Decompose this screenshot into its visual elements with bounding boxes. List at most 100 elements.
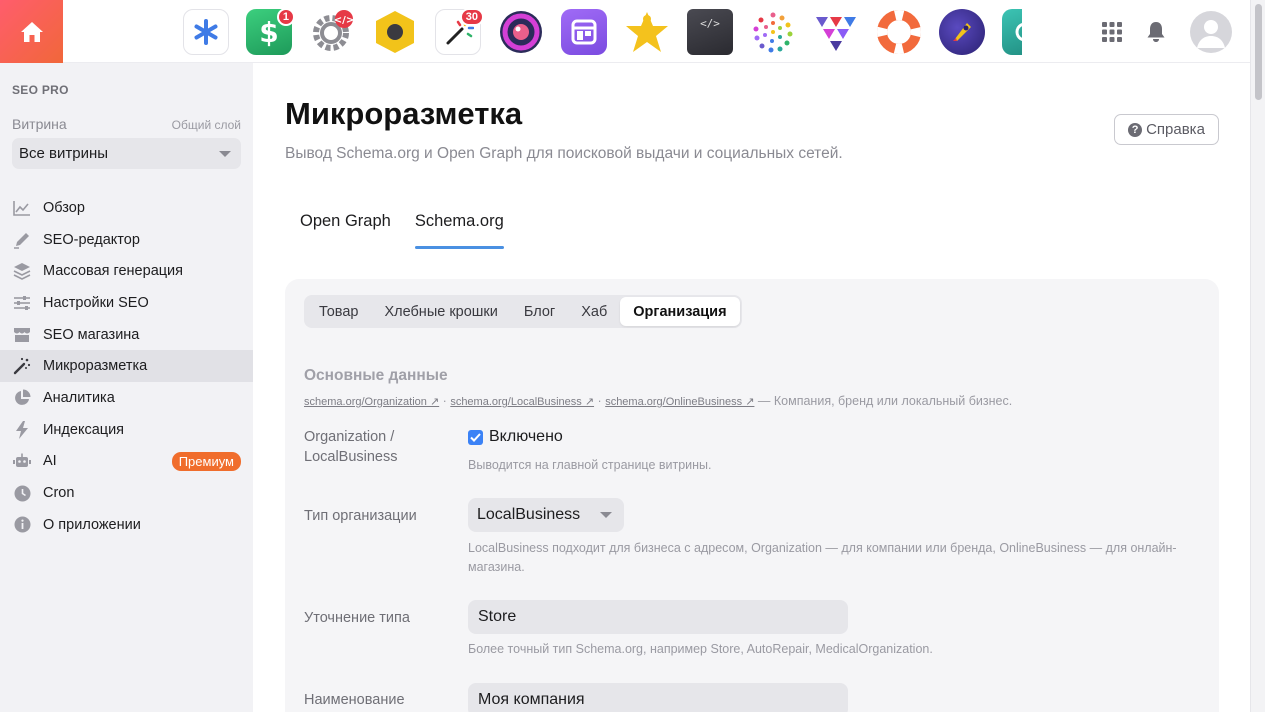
common-layer-label: Общий слой [171, 118, 241, 132]
sidebar-item-cron[interactable]: Cron [0, 477, 253, 509]
sliders-icon [12, 293, 32, 313]
tab-open-graph[interactable]: Open Graph [300, 211, 391, 249]
sidebar-item-indexing[interactable]: Индексация [0, 414, 253, 446]
app-gear-code[interactable]: </> [308, 8, 356, 56]
storefront-label: Витрина [12, 116, 67, 132]
tab-schema-org[interactable]: Schema.org [414, 211, 504, 249]
app-dots-circle[interactable] [749, 8, 797, 56]
sidebar: SEO PRO Витрина Общий слой Все витрины О… [0, 63, 253, 712]
sidebar-item-label: Массовая генерация [43, 263, 184, 280]
link-schema-onlinebusiness[interactable]: schema.org/OnlineBusiness ↗ [605, 396, 754, 408]
pen-icon [12, 230, 32, 250]
app-hexagon[interactable] [371, 8, 419, 56]
sidebar-item-store-seo[interactable]: SEO магазина [0, 319, 253, 351]
app-asterisk[interactable] [182, 8, 230, 56]
sidebar-item-label: SEO-редактор [43, 231, 140, 248]
sidebar-item-label: Настройки SEO [43, 294, 149, 311]
org-type-value: LocalBusiness [477, 506, 581, 523]
avatar[interactable] [1190, 11, 1232, 53]
app-window[interactable] [560, 8, 608, 56]
star-person-app-icon [624, 9, 670, 55]
clock-icon [12, 483, 32, 503]
app-triangles[interactable] [812, 8, 860, 56]
storefront-select-value: Все витрины [19, 145, 109, 162]
camera-ring-app-icon [498, 9, 544, 55]
magic-wand-icon [12, 356, 32, 376]
app-star-person[interactable] [623, 8, 671, 56]
sidebar-item-analytics[interactable]: Аналитика [0, 382, 253, 414]
page-title: Микроразметка [285, 96, 523, 131]
org-label-line-1: Organization / [304, 429, 395, 445]
segment-breadcrumbs[interactable]: Хлебные крошки [371, 297, 510, 326]
code-book-app-icon: </> [687, 9, 733, 55]
layers-icon [12, 261, 32, 281]
window-app-icon [561, 9, 607, 55]
home-icon [20, 21, 43, 42]
home-button[interactable] [0, 0, 63, 63]
app-lifebuoy[interactable] [875, 8, 923, 56]
tabs: Open Graph Schema.org [300, 211, 504, 249]
segment-organization[interactable]: Организация [620, 297, 740, 326]
link-schema-localbusiness[interactable]: schema.org/LocalBusiness ↗ [450, 396, 594, 408]
segment-product[interactable]: Товар [306, 297, 371, 326]
rocket-app-icon [939, 9, 985, 55]
app-dollar[interactable]: $ 1 [245, 8, 295, 56]
app-code-book[interactable]: </> [686, 8, 734, 56]
teal-app-icon [1002, 9, 1022, 55]
help-button[interactable]: ? Справка [1114, 114, 1219, 145]
org-label-line-2: LocalBusiness [304, 449, 398, 465]
page-scrollbar[interactable] [1250, 0, 1265, 712]
sidebar-item-label: Cron [43, 485, 75, 502]
apps-grid-icon[interactable] [1102, 22, 1122, 42]
app-magic-wand[interactable]: 30 [434, 8, 484, 56]
subtype-hint: Более точный тип Schema.org, например St… [468, 642, 933, 656]
sidebar-item-label: Аналитика [43, 389, 115, 406]
app-rocket[interactable] [938, 8, 986, 56]
notification-badge: 30 [459, 8, 484, 26]
app-teal[interactable] [1001, 8, 1022, 56]
sidebar-item-ai[interactable]: AI Премиум [0, 446, 253, 478]
sidebar-item-microdata[interactable]: Микроразметка [0, 350, 253, 383]
gear-code-app-icon: </> [309, 9, 355, 55]
chevron-down-icon [600, 512, 612, 518]
sidebar-item-mass-generation[interactable]: Массовая генерация [0, 255, 253, 287]
hexagon-app-icon [372, 9, 418, 55]
app-camera-ring[interactable] [497, 8, 545, 56]
bell-icon[interactable] [1146, 21, 1166, 43]
sidebar-item-seo-settings[interactable]: Настройки SEO [0, 287, 253, 319]
scrollbar-thumb[interactable] [1255, 4, 1262, 100]
user-icon [1197, 20, 1225, 48]
top-bar: $ 1 </> 30 </> [0, 0, 1250, 63]
help-button-label: Справка [1146, 121, 1205, 138]
triangles-app-icon [813, 9, 859, 55]
store-icon [12, 325, 32, 345]
sidebar-item-label: Микроразметка [43, 358, 148, 375]
sidebar-item-label: О приложении [43, 516, 141, 533]
name-label: Наименование [304, 692, 405, 708]
org-type-select[interactable]: LocalBusiness [468, 498, 624, 532]
name-input[interactable] [468, 683, 848, 712]
chart-line-icon [12, 198, 32, 218]
robot-icon [12, 451, 32, 471]
check-icon [470, 432, 481, 442]
segment-hub[interactable]: Хаб [568, 297, 620, 326]
link-schema-organization[interactable]: schema.org/Organization ↗ [304, 396, 439, 408]
separator: · [597, 394, 602, 408]
sidebar-brand: SEO PRO [12, 83, 69, 97]
sidebar-item-seo-editor[interactable]: SEO-редактор [0, 224, 253, 256]
storefront-select[interactable]: Все витрины [12, 138, 241, 169]
sidebar-item-about[interactable]: О приложении [0, 509, 253, 541]
schema-references: schema.org/Organization ↗ · schema.org/L… [304, 394, 1012, 408]
question-icon: ? [1128, 122, 1143, 137]
subtype-input[interactable] [468, 600, 848, 634]
org-type-label: Тип организации [304, 508, 417, 524]
app-launcher-bar: $ 1 </> 30 </> [182, 8, 1022, 56]
page-subtitle: Вывод Schema.org и Open Graph для поиско… [285, 145, 843, 162]
info-icon [12, 515, 32, 535]
enabled-label: Включено [489, 428, 563, 445]
enabled-checkbox-row[interactable]: Включено [468, 428, 563, 446]
enabled-checkbox[interactable] [468, 429, 483, 445]
sidebar-item-overview[interactable]: Обзор [0, 192, 253, 224]
segment-blog[interactable]: Блог [511, 297, 568, 326]
lifebuoy-app-icon [876, 9, 922, 55]
